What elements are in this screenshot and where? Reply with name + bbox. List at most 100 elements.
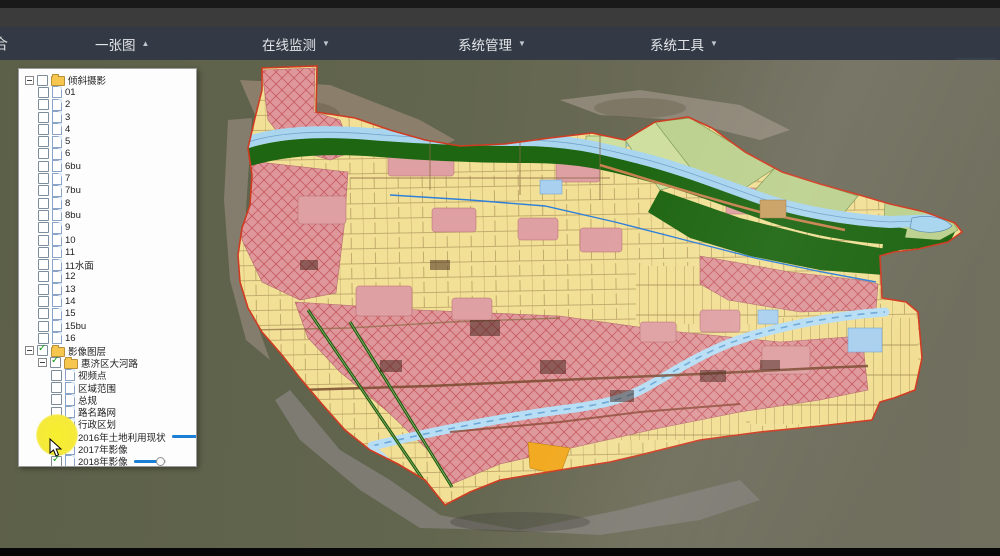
tree-row: 7 [21, 172, 194, 184]
layer-checkbox[interactable] [38, 124, 49, 135]
document-icon [52, 308, 62, 320]
layer-checkbox[interactable] [38, 136, 49, 147]
tree-row: 2018年影像 [21, 455, 194, 467]
tree-row: 8 [21, 197, 194, 209]
tree-label[interactable]: 11 [65, 247, 75, 258]
tree-row: 13 [21, 283, 194, 295]
tree-row: 2 [21, 99, 194, 111]
opacity-slider[interactable] [172, 432, 197, 441]
tree-row: 路名路网 [21, 406, 194, 418]
tree-label[interactable]: 10 [65, 235, 76, 246]
document-icon [52, 271, 62, 283]
tree-row: 7bu [21, 185, 194, 197]
tree-label[interactable]: 9 [65, 222, 70, 233]
tree-row: 视频点 [21, 369, 194, 381]
window-chrome-strip [0, 8, 1000, 27]
tree-label[interactable]: 7 [65, 173, 70, 184]
nav-item-2[interactable]: 系统管理 ▼ [458, 27, 526, 60]
nav-item-label: 系统工具 [650, 34, 704, 54]
tree-label[interactable]: 6bu [65, 161, 81, 172]
collapse-icon[interactable] [25, 346, 34, 355]
document-icon [65, 382, 75, 394]
layer-checkbox[interactable] [38, 247, 49, 258]
document-icon [65, 431, 75, 443]
tree-label[interactable]: 11水面 [65, 258, 94, 272]
tree-label[interactable]: 14 [65, 296, 76, 307]
tree-label[interactable]: 13 [65, 284, 76, 295]
document-icon [52, 148, 62, 160]
tree-label[interactable]: 8bu [65, 210, 81, 221]
nav-item-3[interactable]: 系统工具▼ [650, 27, 718, 60]
layer-checkbox-checked[interactable] [51, 456, 62, 467]
tree-label[interactable]: 8 [65, 198, 70, 209]
tree-row: 4 [21, 123, 194, 135]
layer-checkbox[interactable] [38, 148, 49, 159]
tree-label[interactable]: 倾斜摄影 [68, 73, 106, 87]
tree-label[interactable]: 7bu [65, 185, 81, 196]
collapse-icon[interactable] [38, 358, 47, 367]
document-icon [65, 369, 75, 381]
opacity-slider[interactable] [134, 457, 166, 466]
tree-label[interactable]: 2 [65, 99, 70, 110]
layer-checkbox[interactable] [38, 112, 49, 123]
document-icon [52, 332, 62, 344]
layer-checkbox[interactable] [51, 370, 62, 381]
layer-checkbox[interactable] [37, 75, 48, 86]
layer-checkbox[interactable] [38, 308, 49, 319]
tree-label[interactable]: 15 [65, 308, 76, 319]
nav-item-1[interactable]: 在线监测▼ [262, 27, 330, 60]
nav-item-label: 在线监测 [262, 34, 316, 54]
tree-label[interactable]: 4 [65, 124, 70, 135]
tree-label[interactable]: 15bu [65, 321, 86, 332]
tree-row: 区域范围 [21, 381, 194, 393]
tree-row: 16 [21, 332, 194, 344]
layer-checkbox[interactable] [38, 222, 49, 233]
nav-item-label: 系统管理 [458, 34, 512, 54]
layer-checkbox[interactable] [51, 407, 62, 418]
tree-label[interactable]: 16 [65, 333, 76, 344]
layer-checkbox[interactable] [38, 185, 49, 196]
layer-checkbox-checked[interactable] [37, 345, 48, 356]
tree-label[interactable]: 01 [65, 87, 76, 98]
tree-label[interactable]: 2018年影像 [78, 454, 128, 467]
layer-checkbox[interactable] [38, 210, 49, 221]
layer-checkbox[interactable] [38, 99, 49, 110]
layer-checkbox-checked[interactable] [51, 431, 62, 442]
layer-checkbox-checked[interactable] [50, 357, 61, 368]
folder-icon [51, 76, 65, 86]
document-icon [65, 394, 75, 406]
layer-checkbox[interactable] [38, 296, 49, 307]
collapse-icon[interactable] [25, 76, 34, 85]
layer-checkbox[interactable] [38, 284, 49, 295]
layer-checkbox[interactable] [38, 259, 49, 270]
document-icon [52, 209, 62, 221]
layer-checkbox[interactable] [51, 394, 62, 405]
tree-label[interactable]: 3 [65, 112, 70, 123]
layer-checkbox[interactable] [38, 198, 49, 209]
tree-label[interactable]: 12 [65, 271, 76, 282]
layer-checkbox[interactable] [38, 235, 49, 246]
caret-down-icon: ▼ [518, 39, 526, 48]
tree-row: 10 [21, 234, 194, 246]
tree-row: 3 [21, 111, 194, 123]
nav-item-0-active[interactable]: 一张图▲ [95, 27, 149, 60]
tree-row: 15 [21, 308, 194, 320]
document-icon [52, 222, 62, 234]
document-icon [52, 320, 62, 332]
letterbox-strip-bottom [0, 548, 1000, 556]
layer-checkbox[interactable] [38, 161, 49, 172]
layer-checkbox[interactable] [38, 321, 49, 332]
layer-checkbox[interactable] [51, 382, 62, 393]
slider-thumb[interactable] [156, 457, 165, 466]
tree-label[interactable]: 5 [65, 136, 70, 147]
document-icon [52, 136, 62, 148]
document-icon [52, 185, 62, 197]
document-icon [52, 246, 62, 258]
layer-checkbox[interactable] [38, 87, 49, 98]
tree-row: 15bu [21, 320, 194, 332]
document-icon [52, 86, 62, 98]
letterbox-strip-top [0, 0, 1000, 8]
layer-checkbox[interactable] [38, 173, 49, 184]
tree-label[interactable]: 6 [65, 148, 70, 159]
layer-checkbox[interactable] [38, 271, 49, 282]
